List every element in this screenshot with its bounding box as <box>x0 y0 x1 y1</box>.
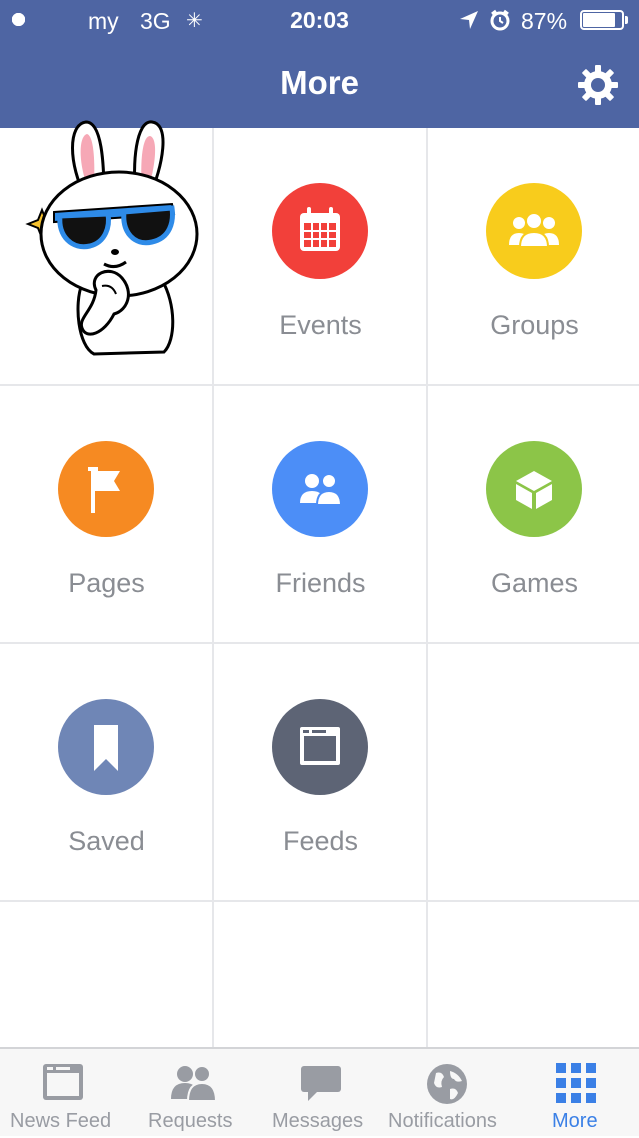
location-arrow-icon <box>458 9 480 36</box>
flag-icon <box>58 441 154 537</box>
menu-item-friends[interactable]: Friends <box>214 386 427 643</box>
gear-icon[interactable] <box>576 63 620 112</box>
news-feed-icon <box>42 1063 84 1106</box>
menu-item-feeds[interactable]: Feeds <box>214 644 427 901</box>
calendar-icon <box>272 183 368 279</box>
page-title: More <box>280 64 359 101</box>
menu-item-pages[interactable]: Pages <box>0 386 213 643</box>
menu-item-label: Groups <box>490 310 579 340</box>
groups-icon <box>486 183 582 279</box>
feed-icon <box>272 699 368 795</box>
cube-icon <box>486 441 582 537</box>
friends-icon <box>272 441 368 537</box>
battery-percent: 87% <box>521 8 568 34</box>
menu-item-games[interactable]: Games <box>428 386 639 643</box>
tab-bar: News Feed Requests Messages Notification… <box>0 1047 639 1136</box>
menu-item-label: Saved <box>68 826 145 856</box>
tab-label: Messages <box>272 1110 364 1132</box>
bunny-sticker[interactable] <box>24 114 214 369</box>
bookmark-icon <box>58 699 154 795</box>
globe-icon <box>426 1063 468 1110</box>
tab-news-feed[interactable]: News Feed <box>0 1049 126 1138</box>
grid-icon <box>556 1063 596 1108</box>
top-bar: my 3G ✳ 20:03 87% More <box>0 0 639 128</box>
tab-label: Requests <box>148 1110 233 1132</box>
tab-requests[interactable]: Requests <box>134 1049 250 1138</box>
menu-item-saved[interactable]: Saved <box>0 644 213 901</box>
status-bar: my 3G ✳ 20:03 87% <box>0 0 639 42</box>
menu-item-label: Pages <box>68 568 145 598</box>
battery-level <box>583 13 615 27</box>
tab-notifications[interactable]: Notifications <box>384 1049 510 1138</box>
requests-icon <box>168 1063 218 1106</box>
menu-item-groups[interactable]: Groups <box>428 128 639 385</box>
tab-label: News Feed <box>10 1110 112 1132</box>
alarm-clock-icon <box>489 9 511 36</box>
tab-more[interactable]: More <box>532 1049 622 1138</box>
menu-item-label: Feeds <box>282 826 359 856</box>
menu-item-label: Games <box>490 568 579 598</box>
menu-item-label: Friends <box>275 568 366 598</box>
menu-item-events[interactable]: Events <box>214 128 427 385</box>
tab-messages[interactable]: Messages <box>268 1049 372 1138</box>
menu-item-label: Events <box>279 310 362 340</box>
messages-icon <box>300 1063 342 1108</box>
tab-label: Notifications <box>388 1110 497 1132</box>
tab-label: More <box>552 1110 598 1132</box>
